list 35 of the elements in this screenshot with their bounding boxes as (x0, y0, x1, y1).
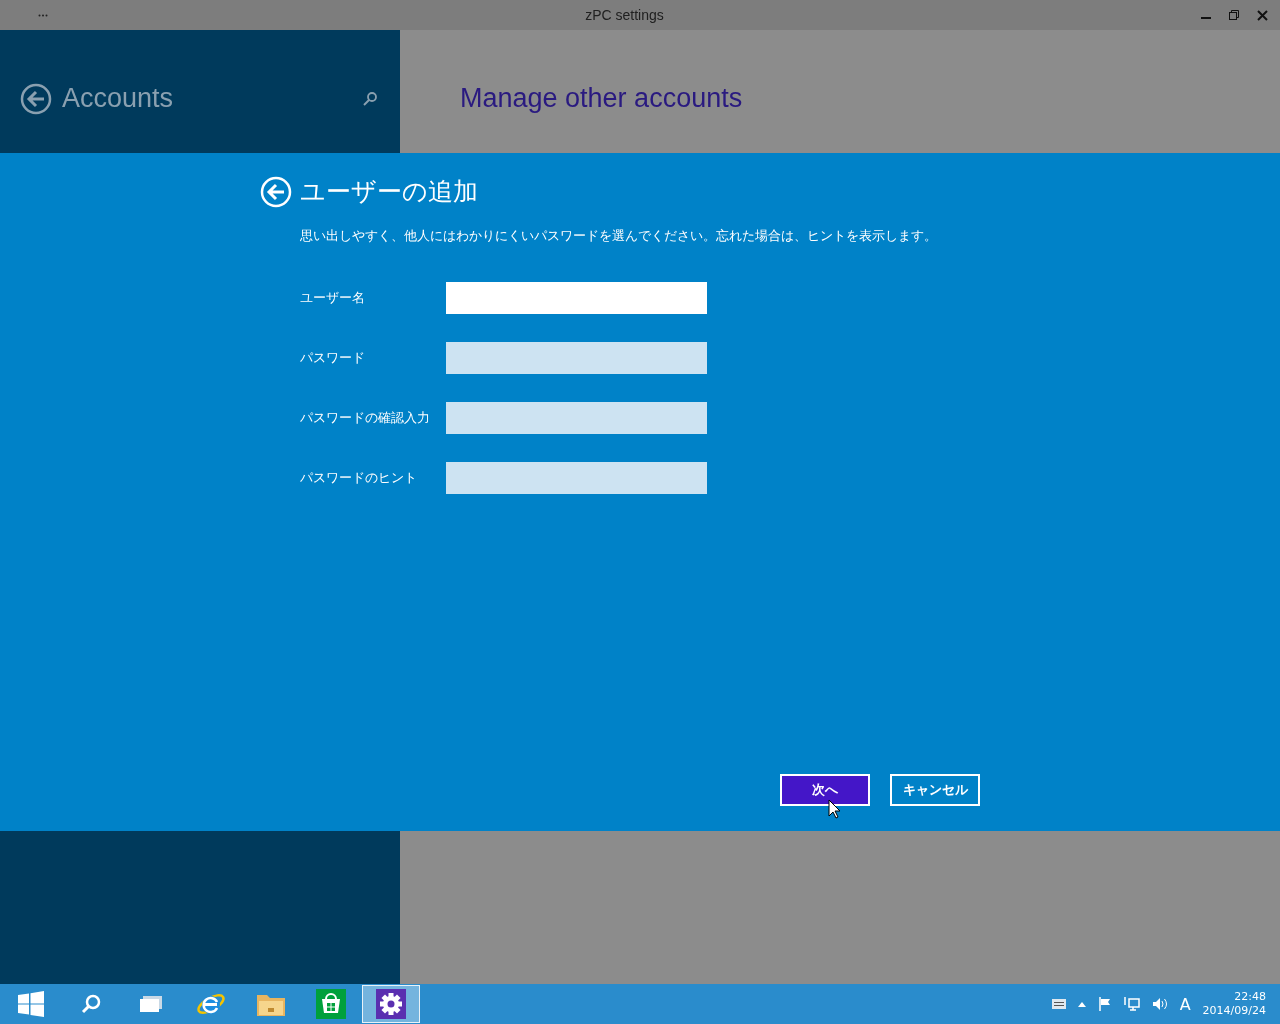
input-field[interactable] (446, 282, 707, 314)
next-button[interactable]: 次へ (780, 774, 870, 806)
taskbar-item[interactable] (362, 985, 420, 1023)
restore-icon[interactable] (1229, 10, 1239, 20)
windows-icon (139, 994, 163, 1014)
store-bag-icon (316, 989, 346, 1019)
input-field[interactable] (446, 342, 707, 374)
network-icon[interactable] (1123, 997, 1140, 1011)
back-icon[interactable] (20, 83, 52, 115)
search-icon[interactable] (362, 91, 378, 107)
field-label: パスワードのヒント (300, 469, 418, 487)
caret-up-icon[interactable] (1077, 1001, 1086, 1007)
field-label: パスワードの確認入力 (300, 409, 431, 427)
field-label: パスワード (300, 349, 366, 367)
menu-dots-icon[interactable] (38, 13, 48, 17)
field-label: ユーザー名 (300, 289, 366, 307)
window-title: zPC settings (585, 7, 664, 23)
pane-title: Accounts (62, 83, 175, 113)
clock-date: 2014/09/24 (1202, 1004, 1266, 1018)
speaker-icon[interactable] (1151, 997, 1168, 1011)
dialog-description: 思い出しやすく、他人にはわかりにくいパスワードを選んでください。忘れた場合は、ヒントを表示します。 (300, 228, 938, 245)
clock-time: 22:48 (1234, 990, 1266, 1004)
search-icon (80, 993, 102, 1015)
section-heading: Manage other accounts (460, 83, 743, 113)
cancel-button[interactable]: キャンセル (890, 774, 980, 806)
flag-icon[interactable] (1097, 997, 1112, 1011)
input-field[interactable] (446, 402, 707, 434)
ime-indicator[interactable]: A (1179, 994, 1191, 1014)
dialog-title: ユーザーの追加 (300, 176, 478, 208)
input-field[interactable] (446, 462, 707, 494)
mouse-pointer-icon (828, 799, 841, 819)
gear-icon (376, 989, 406, 1019)
keyboard-icon[interactable] (1051, 999, 1066, 1009)
close-icon[interactable] (1257, 9, 1268, 21)
windows-logo-icon (18, 991, 44, 1017)
